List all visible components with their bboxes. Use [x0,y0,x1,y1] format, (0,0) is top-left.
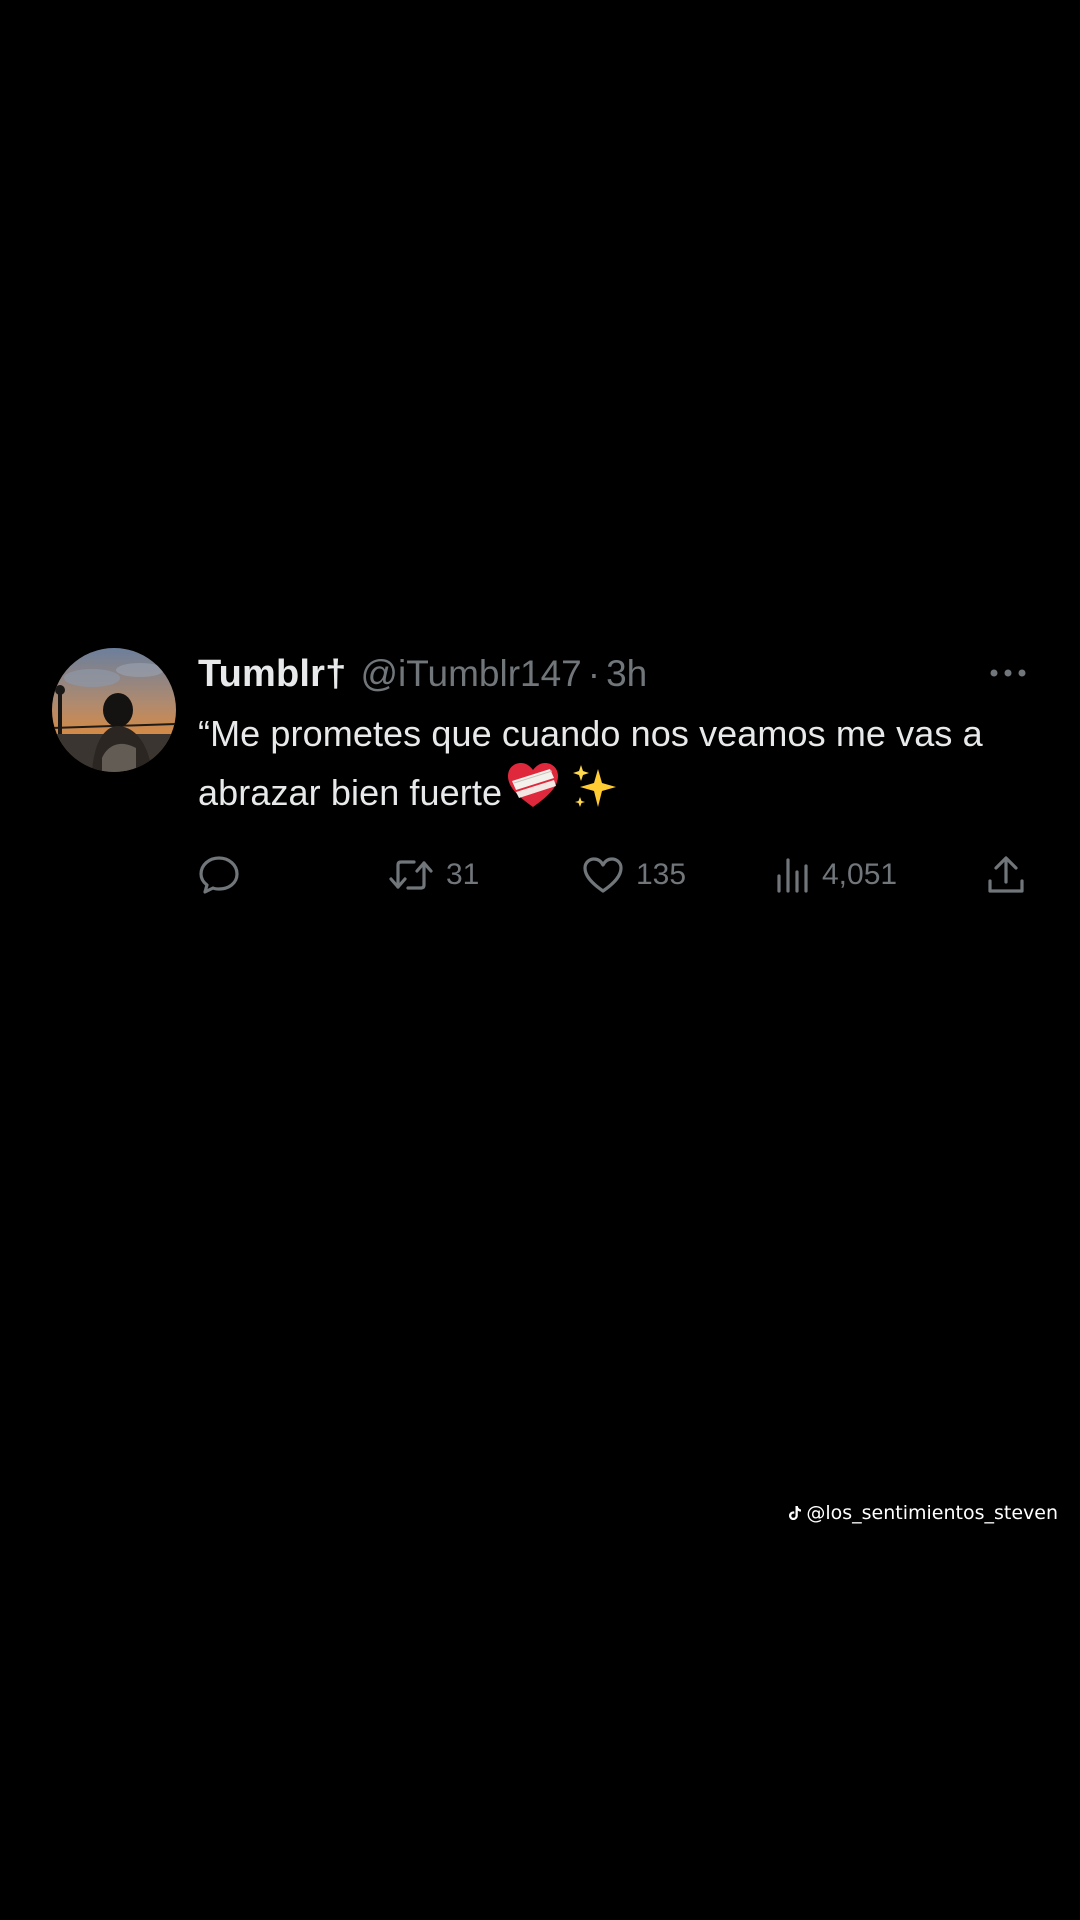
share-icon [988,856,1024,893]
reply-icon [199,856,239,894]
like-button[interactable]: 135 [582,850,686,900]
share-button[interactable] [986,850,1026,900]
tweet-content: Tumblr† @iTumblr147 · 3h “Me prometes qu… [198,648,1028,900]
views-button[interactable]: 4,051 [776,850,897,900]
like-count: 135 [636,858,687,891]
mending-heart-icon [508,763,559,807]
retweet-button[interactable]: 31 [388,850,479,900]
retweet-icon [389,860,433,890]
like-icon [583,857,623,893]
timestamp[interactable]: 3h [606,653,647,695]
avatar[interactable] [52,648,176,772]
tweet-emojis: ❤️‍🩹 ✨ [506,761,618,826]
tweet-header: Tumblr† @iTumblr147 · 3h [198,648,1028,700]
watermark-handle: @los_sentimientos_steven [806,1502,1058,1524]
tweet-actions: 31 135 4,051 [198,850,1028,900]
tweet-text-block: “Me prometes que cuando nos veamos me va… [198,706,1028,826]
separator-dot: · [587,653,601,694]
views-icon [777,858,808,893]
views-count: 4,051 [822,858,898,891]
user-handle[interactable]: @iTumblr147 [360,653,581,695]
retweet-count: 31 [446,858,480,891]
tiktok-watermark: @los_sentimientos_steven [788,1502,1058,1524]
more-icon[interactable] [988,658,1028,688]
display-name[interactable]: Tumblr† [198,653,346,696]
reply-button[interactable] [198,850,240,900]
sparkles-icon [573,765,617,807]
tiktok-icon [789,1506,802,1520]
